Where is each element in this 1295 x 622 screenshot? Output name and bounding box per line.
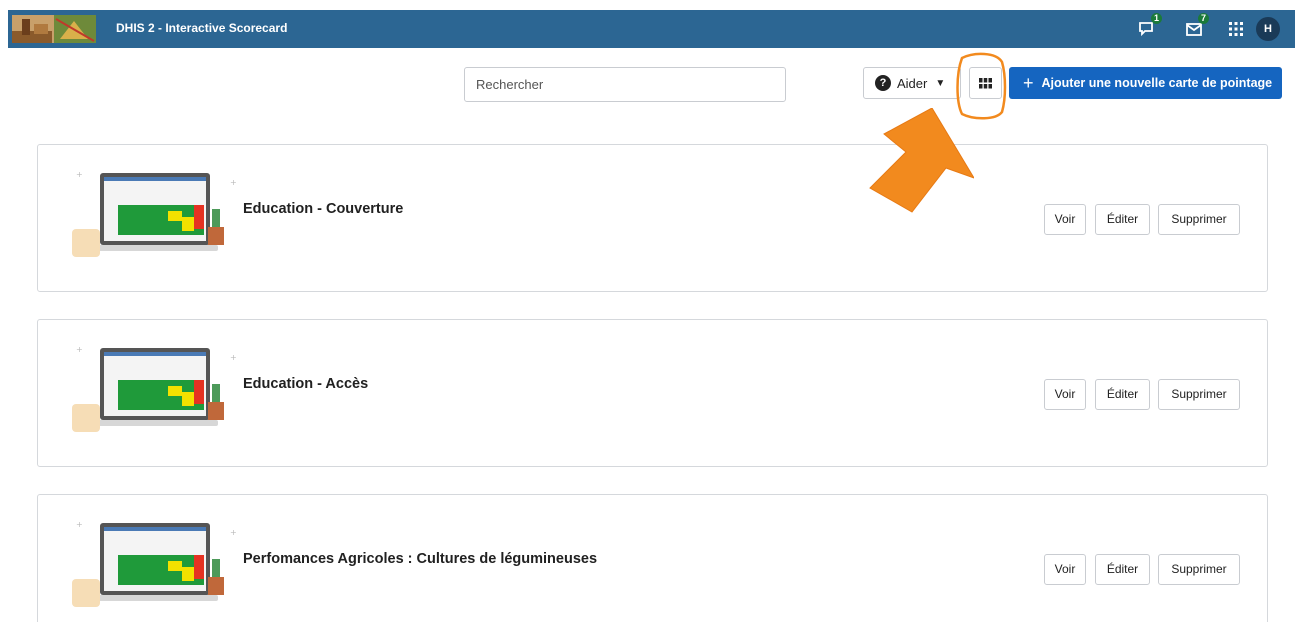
view-button[interactable]: Voir (1044, 204, 1086, 235)
view-button[interactable]: Voir (1044, 554, 1086, 585)
delete-button[interactable]: Supprimer (1158, 204, 1240, 235)
apps-menu-button[interactable] (1225, 18, 1247, 40)
scorecard-thumbnail: + + (72, 170, 237, 257)
header-bar: DHIS 2 - Interactive Scorecard 1 7 H (8, 10, 1295, 48)
edit-button[interactable]: Éditer (1095, 554, 1150, 585)
svg-text:+: + (230, 353, 237, 362)
svg-text:+: + (230, 178, 237, 187)
svg-text:+: + (230, 528, 237, 537)
help-button[interactable]: ? Aider ▼ (863, 67, 961, 99)
delete-button[interactable]: Supprimer (1158, 554, 1240, 585)
scorecard-card: + + Perfomances Agricoles : Cultures de … (37, 494, 1268, 622)
annotation-arrow-icon (869, 108, 974, 213)
svg-text:+: + (76, 520, 83, 529)
app-title: DHIS 2 - Interactive Scorecard (116, 21, 288, 35)
user-avatar[interactable]: H (1256, 17, 1280, 41)
scorecard-title[interactable]: Education - Accès (243, 376, 368, 392)
svg-text:+: + (76, 345, 83, 354)
search-input[interactable] (464, 67, 786, 102)
scorecard-title[interactable]: Education - Couverture (243, 201, 403, 217)
scorecard-thumbnail: + + (72, 520, 237, 607)
delete-button[interactable]: Supprimer (1158, 379, 1240, 410)
apps-menu-icon (1229, 22, 1243, 36)
help-label: Aider (897, 75, 928, 91)
view-button[interactable]: Voir (1044, 379, 1086, 410)
svg-text:+: + (76, 170, 83, 179)
messages-button[interactable]: 7 (1183, 13, 1209, 40)
dhis2-logo[interactable] (12, 15, 96, 43)
page: DHIS 2 - Interactive Scorecard 1 7 H ? (0, 0, 1295, 622)
help-icon: ? (875, 75, 891, 91)
scorecard-card: + + Education - Couverture Voir Éditer S… (37, 144, 1268, 292)
scorecard-thumbnail: + + (72, 345, 237, 432)
edit-button[interactable]: Éditer (1095, 204, 1150, 235)
scorecard-title[interactable]: Perfomances Agricoles : Cultures de légu… (243, 551, 597, 567)
messages-badge: 7 (1198, 13, 1209, 24)
interpretations-button[interactable]: 1 (1136, 13, 1162, 40)
interpretations-badge: 1 (1151, 13, 1162, 24)
chevron-down-icon: ▼ (935, 77, 946, 89)
add-scorecard-label: Ajouter une nouvelle carte de pointage (1041, 76, 1273, 90)
scorecard-card: + + Education - Accès Voir Éditer Suppri… (37, 319, 1268, 467)
edit-button[interactable]: Éditer (1095, 379, 1150, 410)
plus-icon: + (1023, 73, 1034, 93)
add-scorecard-button[interactable]: + Ajouter une nouvelle carte de pointage (1009, 67, 1282, 99)
